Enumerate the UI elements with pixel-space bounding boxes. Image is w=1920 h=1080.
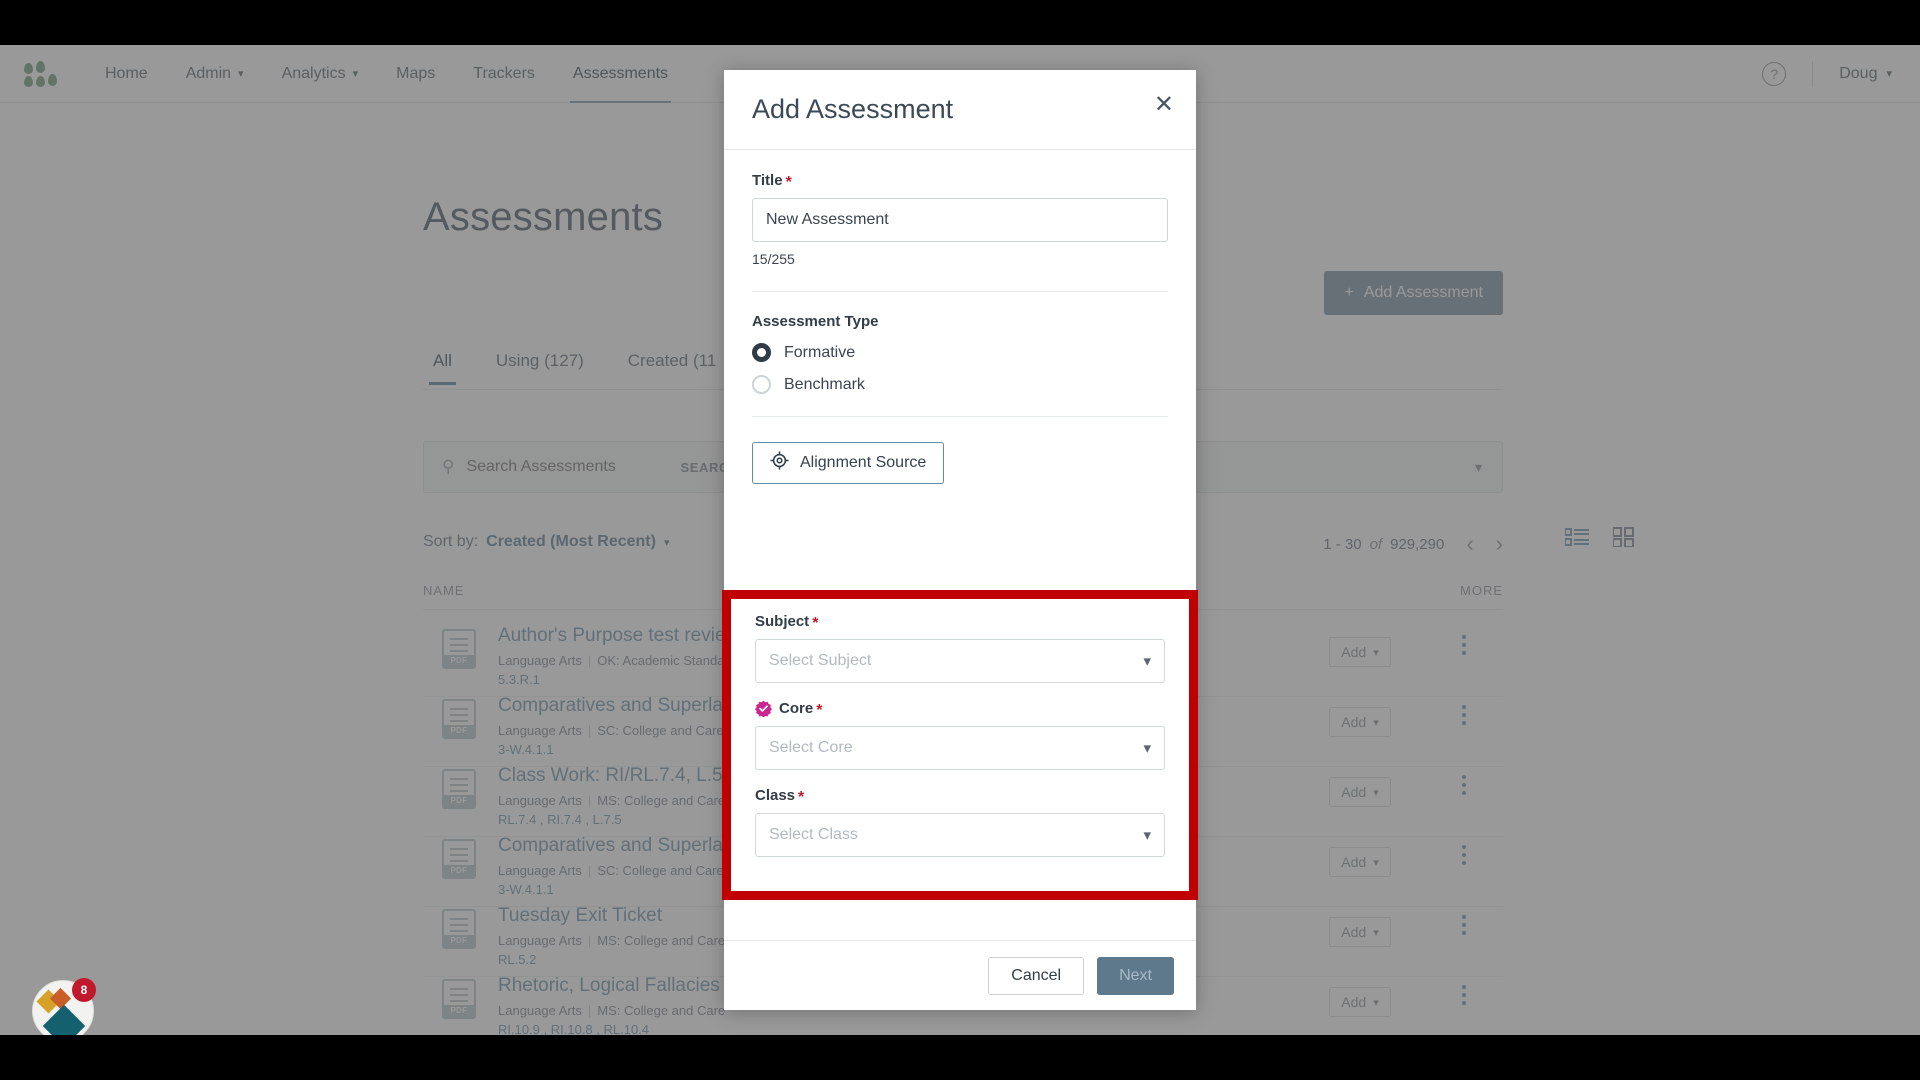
cancel-button[interactable]: Cancel	[988, 956, 1085, 995]
highlight-region-content: Subject * Select Subject ▾ Core * Select…	[731, 599, 1189, 891]
title-input[interactable]	[752, 198, 1168, 242]
core-placeholder: Select Core	[769, 739, 853, 756]
core-select[interactable]: Select Core ▾	[755, 726, 1165, 770]
class-placeholder: Select Class	[769, 826, 858, 843]
alignment-source-button[interactable]: Alignment Source	[752, 442, 945, 484]
label-text: Subject	[755, 613, 810, 630]
title-field-label: Title *	[752, 172, 1168, 191]
modal-title: Add Assessment	[752, 94, 954, 124]
class-select[interactable]: Select Class ▾	[755, 813, 1165, 857]
help-chat-widget[interactable]: 8	[32, 978, 96, 1035]
subject-label: Subject *	[755, 613, 1165, 632]
radio-label: Benchmark	[784, 375, 865, 393]
chevron-down-icon: ▾	[1143, 827, 1151, 844]
label-text: Assessment Type	[752, 313, 879, 330]
screen: Home Admin ▾ Analytics ▾ Maps Trackers A	[0, 0, 1920, 1080]
browser-viewport: Home Admin ▾ Analytics ▾ Maps Trackers A	[0, 45, 1920, 1035]
subject-select[interactable]: Select Subject ▾	[755, 639, 1165, 683]
title-char-counter: 15/255	[752, 251, 795, 267]
chevron-down-icon: ▾	[1143, 740, 1151, 757]
subject-placeholder: Select Subject	[769, 652, 872, 669]
radio-label: Formative	[784, 343, 856, 361]
required-asterisk: *	[785, 173, 792, 191]
label-text: Core	[779, 700, 814, 717]
core-label: Core *	[755, 700, 1165, 719]
core-verified-badge-icon	[755, 700, 772, 718]
close-icon[interactable]: ✕	[1154, 93, 1174, 117]
divider	[752, 416, 1168, 417]
next-button[interactable]: Next	[1097, 956, 1174, 995]
radio-button	[752, 375, 771, 394]
assessment-type-label: Assessment Type	[752, 313, 1168, 330]
notification-badge: 8	[72, 978, 96, 1002]
chevron-down-icon: ▾	[1143, 653, 1151, 670]
required-asterisk: *	[816, 701, 823, 719]
modal-footer: Cancel Next	[724, 940, 1196, 1010]
alignment-source-label: Alignment Source	[800, 454, 927, 471]
label-text: Title	[752, 172, 783, 189]
class-label: Class *	[755, 787, 1165, 806]
divider	[752, 291, 1168, 292]
required-asterisk: *	[798, 788, 805, 806]
radio-button	[752, 343, 771, 362]
modal-header: Add Assessment ✕	[724, 70, 1196, 150]
label-text: Class	[755, 787, 796, 804]
target-crosshair-icon	[770, 451, 789, 475]
radio-option-formative[interactable]: Formative	[752, 343, 1168, 362]
radio-option-benchmark[interactable]: Benchmark	[752, 375, 1168, 394]
required-asterisk: *	[812, 614, 819, 632]
